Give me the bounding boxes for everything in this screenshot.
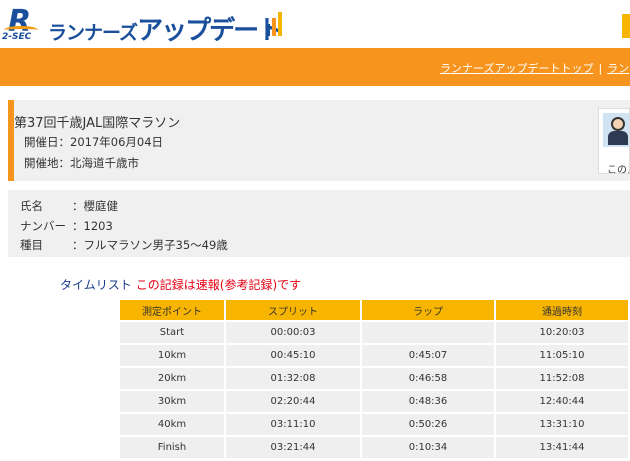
cell-passage-time: 11:05:10 bbox=[496, 345, 628, 366]
column-header-split: スプリット bbox=[226, 300, 360, 320]
column-header-passage-time: 通過時刻 bbox=[496, 300, 628, 320]
runner-avatar-image bbox=[603, 113, 629, 147]
cell-passage-time: 11:52:08 bbox=[496, 368, 628, 389]
brand-title-small: ランナーズ bbox=[48, 22, 138, 44]
cell-lap: 0:48:36 bbox=[362, 391, 494, 412]
event-place-label: 開催地： bbox=[24, 156, 70, 170]
bar-icon-2 bbox=[272, 18, 276, 36]
r-2sec-logo[interactable]: R 2-SEC bbox=[2, 4, 42, 44]
event-place-row: 開催地：北海道千歳市 bbox=[24, 155, 139, 171]
cell-checkpoint: 20km bbox=[120, 368, 224, 389]
event-date-label: 開催日： bbox=[24, 135, 70, 149]
cell-lap: 0:45:07 bbox=[362, 345, 494, 366]
cell-passage-time: 13:41:44 bbox=[496, 437, 628, 458]
table-row: 40km 03:11:10 0:50:26 13:31:10 bbox=[120, 414, 628, 435]
cell-split: 03:11:10 bbox=[226, 414, 360, 435]
logo-sub-text: 2-SEC bbox=[2, 32, 32, 42]
table-header-row: 測定ポイント スプリット ラップ 通過時刻 bbox=[120, 300, 628, 320]
nav-links: ランナーズアップデートトップ | ラン bbox=[440, 60, 629, 76]
cell-checkpoint: Finish bbox=[120, 437, 224, 458]
brand-bars-icon bbox=[266, 12, 288, 36]
runner-category-row: 種目 ：フルマラソン男子35～49歳 bbox=[20, 237, 228, 253]
runner-category: ：フルマラソン男子35～49歳 bbox=[72, 238, 228, 252]
bar-icon-1 bbox=[266, 24, 270, 36]
runner-number: ：1203 bbox=[72, 219, 113, 233]
profile-widget[interactable]: このス bbox=[598, 108, 630, 174]
event-title: 第37回千歳JAL国際マラソン bbox=[14, 116, 181, 131]
table-row: 20km 01:32:08 0:46:58 11:52:08 bbox=[120, 368, 628, 389]
brand-title[interactable]: ランナーズアップデート bbox=[48, 10, 283, 47]
runner-name-label: 氏名 bbox=[20, 199, 43, 213]
runner-number-label: ナンバー bbox=[20, 219, 66, 233]
nav-separator: | bbox=[598, 62, 603, 75]
cell-lap: 0:50:26 bbox=[362, 414, 494, 435]
time-list-title: タイムリスト bbox=[60, 278, 132, 292]
cell-split: 00:00:03 bbox=[226, 322, 360, 343]
site-header: R 2-SEC ランナーズアップデート bbox=[0, 0, 630, 48]
time-list-heading: タイムリスト この記録は速報(参考記録)です bbox=[60, 276, 301, 293]
cell-passage-time: 12:40:44 bbox=[496, 391, 628, 412]
runner-number-row: ナンバー ：1203 bbox=[20, 218, 113, 234]
table-row: Finish 03:21:44 0:10:34 13:41:44 bbox=[120, 437, 628, 458]
cell-lap bbox=[362, 322, 494, 343]
runner-name-row: 氏名 ：櫻庭健 bbox=[20, 198, 118, 214]
preliminary-record-note: この記録は速報(参考記録)です bbox=[135, 278, 302, 292]
runner-category-label: 種目 bbox=[20, 238, 43, 252]
cell-checkpoint: 10km bbox=[120, 345, 224, 366]
cell-split: 00:45:10 bbox=[226, 345, 360, 366]
cell-checkpoint: 30km bbox=[120, 391, 224, 412]
cell-passage-time: 13:31:10 bbox=[496, 414, 628, 435]
cell-lap: 0:46:58 bbox=[362, 368, 494, 389]
time-list-table: 測定ポイント スプリット ラップ 通過時刻 Start 00:00:03 10:… bbox=[118, 298, 630, 460]
avatar-head bbox=[611, 117, 625, 131]
event-date: 2017年06月04日 bbox=[70, 135, 164, 149]
nav-link-runners[interactable]: ラン bbox=[607, 62, 629, 75]
cell-split: 02:20:44 bbox=[226, 391, 360, 412]
avatar-body bbox=[608, 131, 628, 145]
event-date-row: 開催日：2017年06月04日 bbox=[24, 134, 163, 150]
column-header-lap: ラップ bbox=[362, 300, 494, 320]
cell-lap: 0:10:34 bbox=[362, 437, 494, 458]
event-place: 北海道千歳市 bbox=[70, 156, 139, 170]
corner-banner-mark bbox=[622, 14, 630, 38]
brand-title-big: アップデート bbox=[137, 16, 283, 46]
table-row: 30km 02:20:44 0:48:36 12:40:44 bbox=[120, 391, 628, 412]
bar-icon-3 bbox=[278, 12, 282, 36]
avatar-caption: このス bbox=[607, 165, 629, 174]
nav-link-top[interactable]: ランナーズアップデートトップ bbox=[440, 62, 593, 75]
cell-passage-time: 10:20:03 bbox=[496, 322, 628, 343]
cell-checkpoint: Start bbox=[120, 322, 224, 343]
cell-split: 01:32:08 bbox=[226, 368, 360, 389]
runner-name: ：櫻庭健 bbox=[72, 199, 118, 213]
cell-split: 03:21:44 bbox=[226, 437, 360, 458]
column-header-checkpoint: 測定ポイント bbox=[120, 300, 224, 320]
table-row: Start 00:00:03 10:20:03 bbox=[120, 322, 628, 343]
cell-checkpoint: 40km bbox=[120, 414, 224, 435]
table-row: 10km 00:45:10 0:45:07 11:05:10 bbox=[120, 345, 628, 366]
